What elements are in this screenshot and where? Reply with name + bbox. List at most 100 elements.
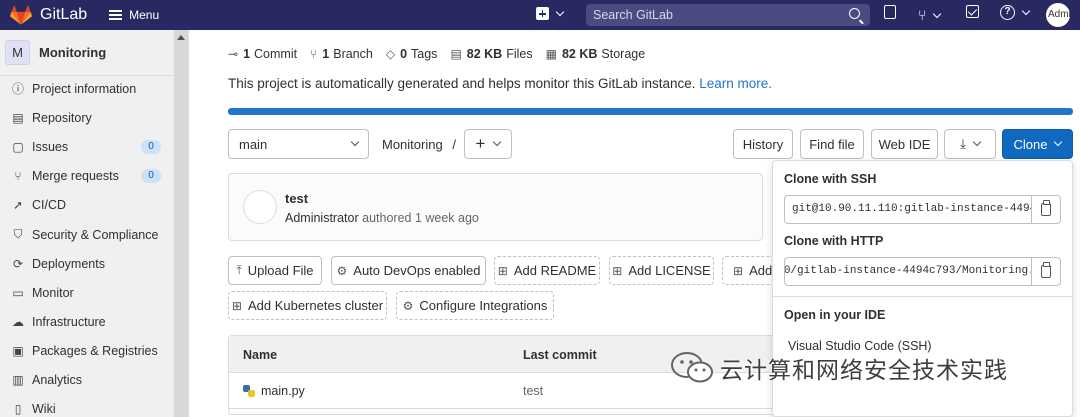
- sidebar-item-label: Wiki: [32, 401, 56, 416]
- sidebar-item-wiki[interactable]: ▯ Wiki: [0, 394, 175, 417]
- add-readme-button[interactable]: ⊞ Add README: [494, 256, 600, 285]
- auto-devops-button[interactable]: ⚙ Auto DevOps enabled: [331, 256, 486, 285]
- breadcrumb-separator: /: [452, 137, 456, 152]
- tags-label: Tags: [411, 47, 438, 61]
- download-icon: ⤓: [960, 136, 966, 151]
- issues-shortcut[interactable]: [884, 5, 896, 19]
- add-kubernetes-cluster-button[interactable]: ⊞ Add Kubernetes cluster: [228, 291, 387, 320]
- search-icon: [849, 8, 860, 19]
- todos-shortcut[interactable]: [966, 5, 979, 18]
- settings-icon: ⚙: [402, 298, 414, 313]
- watermark-text: 云计算和网络安全技术实践: [720, 358, 1008, 384]
- brand-name: GitLab: [40, 6, 88, 23]
- breadcrumb-project[interactable]: Monitoring: [382, 137, 443, 152]
- clone-dropdown-button[interactable]: Clone: [1002, 129, 1073, 159]
- learn-more-link[interactable]: Learn more.: [699, 76, 772, 91]
- sidebar-project-header[interactable]: M Monitoring: [0, 30, 174, 76]
- gitlab-logo[interactable]: GitLab: [10, 4, 88, 26]
- sidebar-item-ci-cd[interactable]: ➚ CI/CD: [0, 190, 175, 219]
- package-icon: ▣: [12, 343, 24, 358]
- search-input[interactable]: Search GitLab: [586, 4, 870, 26]
- clipboard-icon: [1041, 262, 1051, 278]
- file-last-commit[interactable]: test: [523, 384, 543, 398]
- branch-selector[interactable]: main: [228, 129, 369, 159]
- sidebar-item-infrastructure[interactable]: ☁ Infrastructure: [0, 307, 175, 336]
- commit-icon: ⊸: [228, 47, 239, 61]
- configure-integrations-button[interactable]: ⚙ Configure Integrations: [396, 291, 554, 320]
- add-license-button[interactable]: ⊞ Add LICENSE: [609, 256, 714, 285]
- find-file-button[interactable]: Find file: [800, 129, 864, 159]
- sidebar-item-merge-requests[interactable]: ⑂ Merge requests 0: [0, 161, 175, 190]
- sidebar-item-project-information[interactable]: ⓘ Project information: [0, 74, 175, 103]
- chevron-down-icon: [933, 9, 942, 18]
- commits-stat[interactable]: ⊸ 1 Commit: [228, 47, 297, 61]
- add-changelog-button[interactable]: ⊞ Add: [722, 256, 778, 285]
- sidebar-item-analytics[interactable]: ▥ Analytics: [0, 365, 175, 394]
- http-url-value: http://10.90.11.110/gitlab-instance-4494…: [784, 265, 1031, 277]
- info-icon: ⓘ: [11, 82, 24, 96]
- merge-requests-shortcut[interactable]: ⑂: [918, 5, 942, 25]
- download-dropdown[interactable]: ⤓: [944, 129, 996, 159]
- file-name-cell[interactable]: main.py: [243, 384, 305, 398]
- tags-stat[interactable]: ◇ 0 Tags: [386, 47, 438, 61]
- tag-icon: ◇: [385, 47, 396, 61]
- sidebar-item-label: Analytics: [32, 372, 83, 387]
- create-new-dropdown[interactable]: [536, 7, 565, 20]
- sidebar-item-monitor[interactable]: ▭ Monitor: [0, 278, 175, 307]
- sidebar-item-issues[interactable]: ▢ Issues 0: [0, 132, 175, 161]
- sidebar-item-label: CI/CD: [32, 197, 67, 212]
- http-url-field[interactable]: http://10.90.11.110/gitlab-instance-4494…: [784, 257, 1031, 286]
- sidebar-item-label: Security & Compliance: [32, 227, 159, 242]
- help-dropdown[interactable]: ?: [1000, 5, 1031, 20]
- document-icon: ▤: [12, 110, 24, 125]
- history-button[interactable]: History: [733, 129, 793, 159]
- monitor-icon: ▭: [12, 285, 24, 300]
- scroll-up-arrow-icon[interactable]: [177, 35, 185, 40]
- copy-http-url-button[interactable]: [1031, 257, 1061, 286]
- project-avatar: M: [5, 40, 30, 65]
- sidebar-item-packages-registries[interactable]: ▣ Packages & Registries: [0, 336, 175, 365]
- issues-icon: [884, 5, 896, 19]
- plus-square-icon: [536, 7, 549, 20]
- commit-time: authored 1 week ago: [362, 211, 479, 225]
- upload-file-button[interactable]: ⤒ Upload File: [228, 256, 322, 285]
- file-icon: ▤: [450, 47, 462, 61]
- commits-label: Commit: [254, 47, 298, 61]
- breadcrumb: Monitoring /: [382, 137, 456, 152]
- chevron-down-icon: [493, 137, 502, 147]
- button-label: Add README: [513, 263, 597, 278]
- sidebar-scrollbar[interactable]: [174, 30, 188, 417]
- files-label: Files: [506, 47, 533, 61]
- sidebar-item-label: Merge requests: [32, 168, 119, 183]
- ssh-url-field[interactable]: git@10.90.11.110:gitlab-instance-4494c79…: [784, 195, 1031, 224]
- add-to-tree-dropdown[interactable]: +: [464, 129, 512, 159]
- branches-stat[interactable]: ⑂ 1 Branch: [310, 47, 373, 61]
- sidebar-item-security-compliance[interactable]: ⛉ Security & Compliance: [0, 220, 175, 249]
- sidebar-item-deployments[interactable]: ⟳ Deployments: [0, 249, 175, 278]
- commit-author[interactable]: Administrator: [285, 211, 359, 225]
- chevron-down-icon: [1021, 6, 1031, 16]
- sidebar-item-label: Issues: [32, 139, 69, 154]
- user-avatar[interactable]: Admin: [1046, 3, 1070, 27]
- gitlab-fox-icon: [10, 4, 32, 25]
- plus-square-icon: ⊞: [612, 263, 623, 278]
- python-file-icon: [243, 385, 255, 397]
- commits-count: 1: [243, 47, 251, 61]
- author-avatar[interactable]: [243, 190, 277, 224]
- rocket-icon: ➚: [12, 197, 24, 212]
- web-ide-button[interactable]: Web IDE: [871, 129, 938, 159]
- storage-label: Storage: [601, 47, 646, 61]
- clone-label: Clone: [1013, 136, 1048, 152]
- chart-icon: ▥: [12, 372, 24, 387]
- main-menu-button[interactable]: Menu: [109, 8, 159, 22]
- storage-stat[interactable]: ▦ 82 KB Storage: [546, 47, 646, 61]
- copy-ssh-url-button[interactable]: [1031, 195, 1061, 224]
- upload-icon: ⤒: [236, 263, 242, 277]
- dropdown-divider: [773, 296, 1072, 297]
- chevron-down-icon: [1054, 137, 1063, 147]
- cloud-icon: ☁: [12, 314, 24, 329]
- merge-requests-count-badge: 0: [141, 169, 161, 183]
- sidebar-item-repository[interactable]: ▤ Repository: [0, 103, 175, 132]
- commit-title[interactable]: test: [285, 191, 308, 206]
- files-stat[interactable]: ▤ 82 KB Files: [450, 47, 532, 61]
